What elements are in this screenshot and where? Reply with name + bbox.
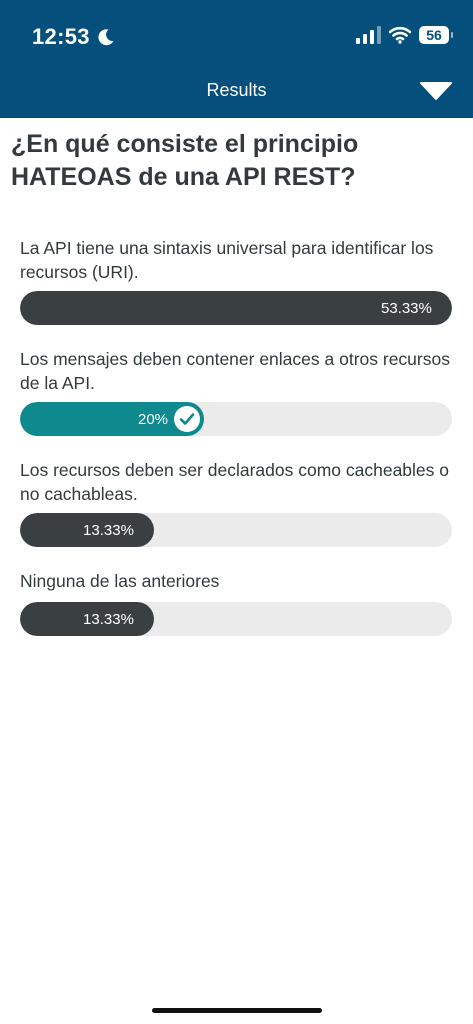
quiz-results-screen: 12:53 56 Results ¿En qué consiste el pri… (0, 0, 473, 1024)
result-bar-fill: 53.33% (20, 291, 452, 325)
battery-level: 56 (426, 27, 442, 43)
question-title: ¿En qué consiste el principio HATEOAS de… (11, 130, 359, 191)
result-bar-fill: 20% (20, 402, 205, 436)
result-bar-track: 13.33% (20, 513, 452, 547)
answer-option: Ninguna de las anteriores 13.33% (20, 569, 452, 636)
answer-option: La API tiene una sintaxis universal para… (20, 236, 452, 325)
status-indicators: 56 (356, 26, 453, 44)
wifi-icon (389, 26, 411, 44)
percent-label: 13.33% (83, 610, 134, 628)
percent-label: 20% (138, 410, 169, 428)
percent-label: 53.33% (380, 299, 432, 317)
option-label: Los recursos deben ser declarados como c… (20, 460, 449, 504)
result-bar-fill: 13.33% (20, 513, 154, 547)
option-label: La API tiene una sintaxis universal para… (20, 238, 434, 282)
option-label: Los mensajes deben contener enlaces a ot… (20, 349, 450, 393)
answer-option: Los mensajes deben contener enlaces a ot… (20, 347, 452, 436)
answer-option: Los recursos deben ser declarados como c… (20, 458, 452, 547)
moon-icon (98, 29, 114, 46)
status-time: 12:53 (32, 24, 116, 50)
result-bar-track: 53.33% (20, 291, 452, 325)
battery-icon: 56 (419, 26, 453, 44)
result-bar-track: 20% (20, 402, 452, 436)
app-header: 12:53 56 Results (0, 0, 473, 118)
status-time-text: 12:53 (32, 24, 90, 49)
option-label: Ninguna de las anteriores (20, 571, 220, 591)
home-indicator (152, 1008, 322, 1013)
check-icon (174, 406, 201, 432)
percent-label: 13.33% (83, 521, 134, 539)
chevron-down-icon[interactable] (419, 80, 453, 102)
result-bar-fill: 13.33% (20, 602, 154, 636)
cellular-signal-icon (356, 26, 381, 44)
page-title: Results (206, 80, 267, 100)
result-bar-track: 13.33% (20, 602, 452, 636)
